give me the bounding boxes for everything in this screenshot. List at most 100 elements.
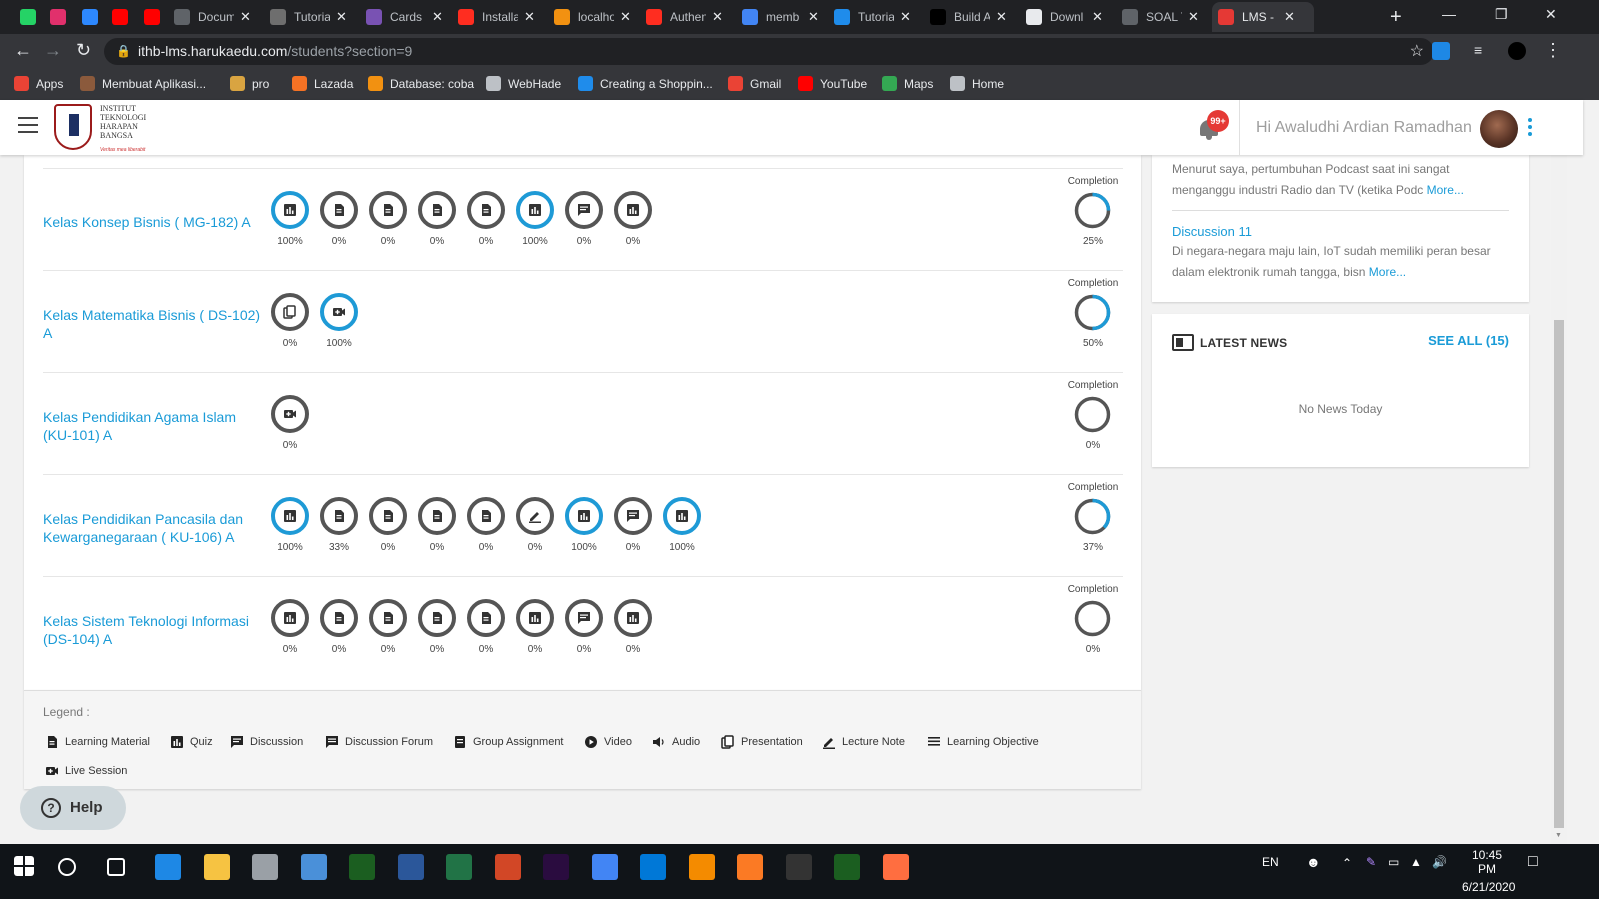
notification-center-icon[interactable]: □ bbox=[1528, 853, 1538, 871]
tab-close-icon[interactable]: ✕ bbox=[240, 9, 251, 25]
browser-tab[interactable] bbox=[42, 2, 74, 32]
browser-tab[interactable]: LMS - ✕ bbox=[1212, 2, 1314, 32]
avatar[interactable] bbox=[1480, 110, 1518, 148]
reload-icon[interactable]: ↻ bbox=[76, 41, 91, 59]
course-name-link[interactable]: Kelas Sistem Teknologi Informasi (DS-104… bbox=[43, 612, 268, 648]
browser-tab[interactable] bbox=[136, 2, 168, 32]
tab-close-icon[interactable]: ✕ bbox=[432, 9, 443, 25]
windows-start-icon[interactable] bbox=[14, 856, 34, 876]
close-window-icon[interactable]: ✕ bbox=[1545, 6, 1557, 23]
activity-quiz-button[interactable] bbox=[614, 191, 652, 229]
browser-tab[interactable]: localho ✕ bbox=[548, 2, 640, 32]
pen-icon[interactable]: ✎ bbox=[1366, 855, 1376, 869]
edge-icon[interactable] bbox=[155, 854, 181, 880]
discussion-title-link[interactable]: Discussion 11 bbox=[1172, 224, 1252, 239]
tab-close-icon[interactable]: ✕ bbox=[900, 9, 911, 25]
explorer-icon[interactable] bbox=[203, 854, 230, 880]
activity-live-button[interactable] bbox=[320, 293, 358, 331]
activity-quiz-button[interactable] bbox=[516, 599, 554, 637]
bookmark-item[interactable]: Gmail bbox=[728, 76, 781, 91]
xampp-icon[interactable] bbox=[737, 854, 763, 880]
ithb-logo[interactable]: Institut Teknologi Harapan Bangsa Verita… bbox=[52, 102, 150, 154]
browser-tab[interactable]: SOAL T ✕ bbox=[1116, 2, 1212, 32]
tab-close-icon[interactable]: ✕ bbox=[1284, 9, 1295, 25]
activity-material-button[interactable] bbox=[418, 599, 456, 637]
hs-icon[interactable] bbox=[349, 854, 375, 880]
battery-icon[interactable]: ▭ bbox=[1388, 855, 1399, 869]
activity-quiz-button[interactable] bbox=[271, 599, 309, 637]
activity-quiz-button[interactable] bbox=[271, 497, 309, 535]
word-icon[interactable] bbox=[397, 854, 424, 880]
more-options-icon[interactable] bbox=[1528, 118, 1532, 139]
browser-tab[interactable]: Installa ✕ bbox=[452, 2, 548, 32]
activity-quiz-button[interactable] bbox=[614, 599, 652, 637]
tab-close-icon[interactable]: ✕ bbox=[620, 9, 631, 25]
activity-material-button[interactable] bbox=[369, 599, 407, 637]
media-icon[interactable]: ≡ bbox=[1474, 42, 1492, 60]
activity-discussion-button[interactable] bbox=[565, 599, 603, 637]
browser-tab[interactable] bbox=[74, 2, 104, 32]
activity-material-button[interactable] bbox=[320, 191, 358, 229]
activity-discussion-button[interactable] bbox=[614, 497, 652, 535]
activity-quiz-button[interactable] bbox=[565, 497, 603, 535]
course-name-link[interactable]: Kelas Pendidikan Pancasila dan Kewargane… bbox=[43, 510, 268, 546]
activity-material-button[interactable] bbox=[320, 497, 358, 535]
browser-tab[interactable]: Authen ✕ bbox=[640, 2, 736, 32]
clock[interactable]: 10:45 PM 6/21/2020 bbox=[1462, 848, 1515, 894]
premiere-icon[interactable] bbox=[543, 854, 569, 880]
scrollbar-thumb[interactable] bbox=[1554, 320, 1564, 828]
browser-tab[interactable] bbox=[12, 2, 42, 32]
browser-tab[interactable]: Tutoria ✕ bbox=[264, 2, 360, 32]
activity-material-button[interactable] bbox=[418, 191, 456, 229]
activity-presentation-button[interactable] bbox=[271, 293, 309, 331]
tray-chevron-icon[interactable]: ⌃ bbox=[1342, 856, 1352, 870]
tab-close-icon[interactable]: ✕ bbox=[1092, 9, 1103, 25]
camera-icon[interactable] bbox=[252, 854, 278, 880]
bookmark-item[interactable]: Membuat Aplikasi... bbox=[80, 76, 206, 91]
activity-material-button[interactable] bbox=[369, 191, 407, 229]
restore-icon[interactable]: ❐ bbox=[1495, 6, 1508, 23]
activity-live-button[interactable] bbox=[271, 395, 309, 433]
course-name-link[interactable]: Kelas Pendidikan Agama Islam (KU-101) A bbox=[43, 408, 268, 444]
see-all-news-link[interactable]: SEE ALL (15) bbox=[1428, 333, 1509, 348]
activity-quiz-button[interactable] bbox=[516, 191, 554, 229]
profile-icon[interactable] bbox=[1508, 42, 1526, 60]
excel-icon[interactable] bbox=[446, 854, 472, 880]
notification-badge[interactable]: 99+ bbox=[1207, 110, 1229, 132]
browser-tab[interactable]: Downl ✕ bbox=[1020, 2, 1116, 32]
browser-menu-icon[interactable]: ⋮ bbox=[1544, 41, 1562, 59]
powerpoint-icon[interactable] bbox=[494, 854, 521, 880]
chrome-icon[interactable] bbox=[591, 854, 618, 880]
help-button[interactable]: ? Help bbox=[20, 786, 126, 830]
new-tab-button[interactable]: + bbox=[1390, 6, 1402, 29]
back-icon[interactable]: ← bbox=[14, 41, 32, 59]
scroll-down-icon[interactable]: ▼ bbox=[1555, 832, 1562, 839]
bookmark-item[interactable]: WebHade bbox=[486, 76, 561, 91]
bookmark-item[interactable]: Home bbox=[950, 76, 1004, 91]
extension-icon[interactable] bbox=[1432, 42, 1450, 60]
activity-lecture-button[interactable] bbox=[516, 497, 554, 535]
activity-material-button[interactable] bbox=[467, 599, 505, 637]
app-s-icon[interactable] bbox=[300, 854, 327, 880]
terminal-icon[interactable] bbox=[785, 854, 812, 880]
people-icon[interactable]: ☻ bbox=[1306, 854, 1321, 870]
browser-tab[interactable]: memb ✕ bbox=[736, 2, 828, 32]
more-link[interactable]: More... bbox=[1427, 183, 1464, 197]
bookmark-item[interactable]: Lazada bbox=[292, 76, 353, 91]
language-indicator[interactable]: EN bbox=[1262, 855, 1279, 869]
activity-quiz-button[interactable] bbox=[271, 191, 309, 229]
network-icon[interactable]: ▲ bbox=[1410, 855, 1422, 869]
activity-quiz-button[interactable] bbox=[663, 497, 701, 535]
minimize-icon[interactable]: — bbox=[1442, 6, 1456, 22]
tab-close-icon[interactable]: ✕ bbox=[1188, 9, 1199, 25]
bookmark-item[interactable]: Creating a Shoppin... bbox=[578, 76, 713, 91]
tab-close-icon[interactable]: ✕ bbox=[808, 9, 819, 25]
activity-material-button[interactable] bbox=[320, 599, 358, 637]
sublime-icon[interactable] bbox=[882, 854, 909, 880]
hamburger-menu-icon[interactable] bbox=[18, 117, 38, 138]
tab-close-icon[interactable]: ✕ bbox=[996, 9, 1007, 25]
activity-material-button[interactable] bbox=[467, 191, 505, 229]
activity-discussion-button[interactable] bbox=[565, 191, 603, 229]
volume-icon[interactable]: 🔊 bbox=[1432, 855, 1447, 869]
browser-tab[interactable]: Build A ✕ bbox=[924, 2, 1020, 32]
